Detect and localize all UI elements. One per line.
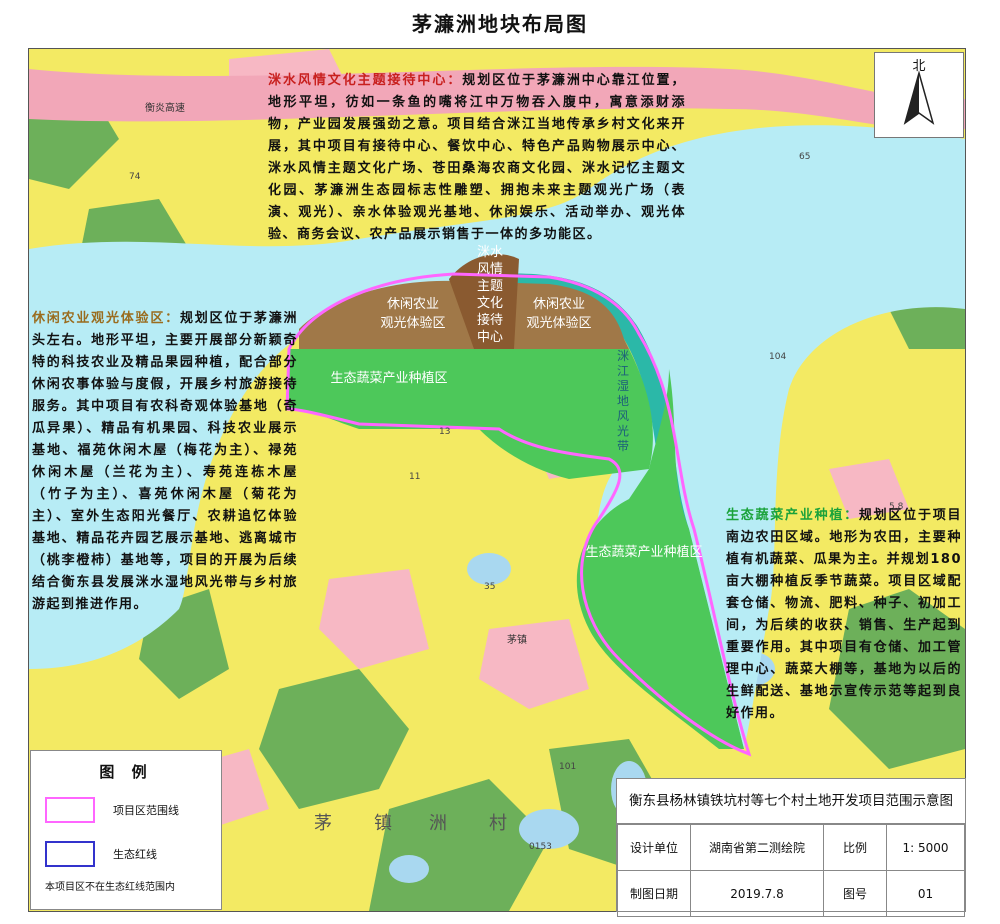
page-title: 茅濂洲地块布局图	[412, 12, 588, 36]
village-char-3: 洲	[429, 813, 447, 834]
north-arrow: 北	[874, 52, 964, 138]
design-unit-value: 湖南省第二测绘院	[690, 824, 824, 871]
svg-text:0153: 0153	[529, 842, 552, 852]
design-unit-label: 设计单位	[617, 824, 691, 871]
svg-text:35: 35	[484, 582, 495, 592]
number-value: 01	[886, 870, 965, 917]
title-block-table: 设计单位 湖南省第二测绘院 比例 1: 5000 制图日期 2019.7.8 图…	[617, 824, 965, 917]
legend: 图 例 项目区范围线 生态红线 本项目区不在生态红线范围内	[30, 750, 222, 910]
legend-swatch-project	[45, 797, 95, 823]
svg-text:65: 65	[799, 152, 810, 162]
road-label: 衡炎高速	[145, 103, 185, 114]
vegetable-description: 生态蔬菜产业种植：规划区位于项目南边农田区域。地形为农田，主要种植有机蔬菜、瓜果…	[726, 505, 962, 725]
village-char-4: 村	[489, 813, 507, 834]
zone-label-vegetable-north: 生态蔬菜产业种植区	[330, 371, 448, 386]
scale-value: 1: 5000	[886, 824, 965, 871]
legend-label-project: 项目区范围线	[113, 804, 179, 817]
village-char-2: 镇	[374, 813, 392, 834]
north-label: 北	[912, 59, 926, 74]
svg-text:13: 13	[439, 427, 450, 437]
town-label: 茅镇	[507, 635, 527, 646]
legend-item-ecology: 生态红线	[45, 841, 157, 867]
legend-title: 图 例	[99, 763, 153, 781]
reception-body: 规划区位于茅濂洲中心靠江位置，地形平坦，彷如一条鱼的嘴将江中万物吞入腹中，寓意添…	[268, 73, 686, 242]
zone-label-leisure-right: 休闲农业 观光体验区	[526, 297, 592, 331]
reception-heading: 洣水风情文化主题接待中心：	[268, 73, 463, 88]
leisure-body: 规划区位于茅濂洲头左右。地形平坦，主要开展部分新颖奇特的科技农业及精品果园种植，…	[32, 311, 298, 612]
scale-label: 比例	[823, 824, 887, 871]
river-belt-label: 洣江湿地风光带	[617, 349, 630, 453]
date-label: 制图日期	[617, 870, 691, 917]
legend-item-project: 项目区范围线	[45, 797, 179, 823]
svg-text:11: 11	[409, 472, 420, 482]
zone-label-vegetable-south: 生态蔬菜产业种植区	[585, 545, 703, 560]
number-label: 图号	[823, 870, 887, 917]
zone-label-leisure-left: 休闲农业 观光体验区	[380, 297, 446, 331]
village-char-1: 茅	[314, 813, 332, 834]
legend-label-ecology: 生态红线	[113, 848, 157, 861]
legend-swatch-ecology	[45, 841, 95, 867]
svg-text:74: 74	[129, 172, 141, 182]
vegetable-heading: 生态蔬菜产业种植：	[726, 508, 859, 523]
title-block: 衡东县杨林镇铁坑村等七个村土地开发项目范围示意图 设计单位 湖南省第二测绘院 比…	[616, 778, 966, 917]
vegetable-body: 规划区位于项目南边农田区域。地形为农田，主要种植有机蔬菜、瓜果为主。并规划180…	[726, 508, 962, 721]
zone-label-reception: 洣水风情主题文化接待中心	[476, 245, 503, 345]
leisure-description: 休闲农业观光体验区：规划区位于茅濂洲头左右。地形平坦，主要开展部分新颖奇特的科技…	[32, 308, 298, 616]
leisure-heading: 休闲农业观光体验区：	[32, 311, 180, 326]
reception-description: 洣水风情文化主题接待中心：规划区位于茅濂洲中心靠江位置，地形平坦，彷如一条鱼的嘴…	[268, 70, 686, 246]
date-value: 2019.7.8	[690, 870, 824, 917]
svg-text:104: 104	[769, 352, 786, 362]
title-block-title: 衡东县杨林镇铁坑村等七个村土地开发项目范围示意图	[617, 779, 965, 824]
svg-text:101: 101	[559, 762, 576, 772]
legend-note: 本项目区不在生态红线范围内	[45, 882, 175, 893]
